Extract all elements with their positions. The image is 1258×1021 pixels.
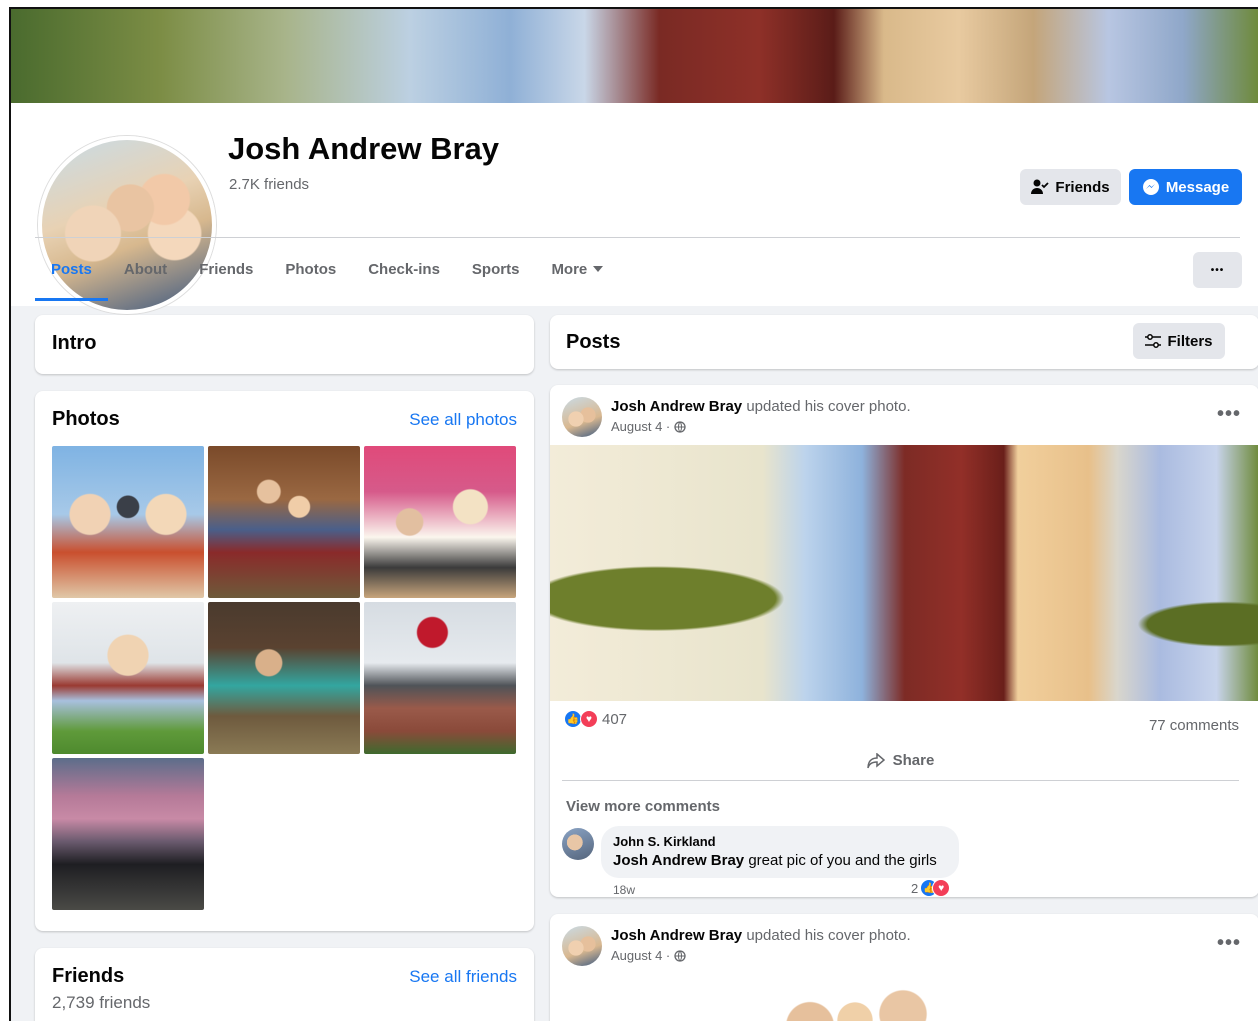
post-author-line: Josh Andrew Bray updated his cover photo…	[611, 398, 911, 415]
comment-bubble: John S. Kirkland Josh Andrew Bray great …	[601, 826, 959, 878]
photo-thumbnail[interactable]	[52, 602, 204, 754]
friends-button-label: Friends	[1055, 178, 1110, 196]
intro-card: Intro	[35, 315, 534, 374]
photo-thumbnail[interactable]	[364, 446, 516, 598]
love-reaction-icon: ♥	[932, 879, 951, 897]
comment-reactions[interactable]: 2 👍 ♥	[911, 879, 951, 897]
comment-tag[interactable]: Josh Andrew Bray	[613, 852, 744, 869]
see-all-photos-link[interactable]: See all photos	[409, 410, 517, 430]
post-date[interactable]: August 4 ·	[611, 419, 670, 434]
post-action-text: updated his cover photo.	[746, 398, 911, 415]
post-image[interactable]	[550, 445, 1258, 701]
friends-card: Friends See all friends 2,739 friends	[35, 948, 534, 1021]
tab-sports-label: Sports	[471, 260, 520, 278]
filters-icon	[1145, 334, 1162, 348]
more-dots-icon: •••	[1210, 264, 1225, 276]
photo-thumbnail[interactable]	[52, 758, 204, 910]
messenger-icon	[1142, 179, 1159, 195]
photo-thumbnail[interactable]	[52, 446, 204, 598]
tab-posts[interactable]: Posts	[35, 238, 108, 301]
message-button-label: Message	[1165, 178, 1230, 196]
person-check-icon	[1031, 179, 1050, 194]
post-action-text: updated his cover photo.	[746, 927, 911, 944]
comments-count[interactable]: 77 comments	[1149, 717, 1239, 734]
friends-card-title: Friends	[52, 965, 125, 987]
post-author-line: Josh Andrew Bray updated his cover photo…	[611, 927, 911, 944]
caret-down-icon	[593, 266, 604, 272]
tab-check-ins[interactable]: Check-ins	[352, 238, 456, 300]
photos-card: Photos See all photos	[35, 391, 534, 931]
tab-about-label: About	[123, 260, 168, 278]
post-meta: August 4 ·	[611, 419, 686, 434]
post-author-avatar[interactable]	[562, 926, 602, 966]
tab-friends-label: Friends	[199, 260, 254, 278]
profile-page: Josh Andrew Bray 2.7K friends Friends Me…	[9, 7, 1258, 1021]
tab-more[interactable]: More	[535, 238, 619, 300]
post-author-name[interactable]: Josh Andrew Bray	[611, 927, 742, 944]
intro-title: Intro	[52, 332, 97, 354]
post-meta: August 4 ·	[611, 948, 686, 963]
photo-thumbnail[interactable]	[364, 602, 516, 754]
comment-text: Josh Andrew Bray great pic of you and th…	[613, 852, 947, 869]
comment-body: great pic of you and the girls	[744, 852, 937, 869]
photos-title: Photos	[52, 408, 120, 430]
love-reaction-icon: ♥	[580, 710, 598, 728]
tab-about[interactable]: About	[108, 238, 183, 300]
cover-photo[interactable]	[11, 9, 1258, 103]
share-icon	[866, 752, 885, 768]
filters-button-label: Filters	[1167, 332, 1213, 350]
reaction-summary[interactable]: 👍 ♥ 407	[564, 710, 627, 728]
reaction-count: 407	[602, 710, 628, 728]
comment-time[interactable]: 18w	[613, 883, 635, 897]
post-options-icon[interactable]: •••	[1217, 932, 1241, 955]
message-button[interactable]: Message	[1129, 169, 1242, 205]
commenter-avatar[interactable]	[562, 828, 594, 860]
tab-check-ins-label: Check-ins	[368, 260, 440, 278]
globe-icon	[674, 420, 686, 433]
post-date[interactable]: August 4 ·	[611, 948, 670, 963]
posts-title: Posts	[566, 331, 621, 353]
tab-photos-label: Photos	[285, 260, 337, 278]
tab-posts-label: Posts	[51, 260, 92, 278]
post-author-name[interactable]: Josh Andrew Bray	[611, 398, 742, 415]
commenter-name[interactable]: John S. Kirkland	[613, 834, 947, 849]
filters-button[interactable]: Filters	[1133, 323, 1225, 359]
profile-more-button[interactable]: •••	[1193, 252, 1242, 288]
tab-photos[interactable]: Photos	[269, 238, 352, 300]
post-options-icon[interactable]: •••	[1217, 403, 1241, 426]
see-all-friends-link[interactable]: See all friends	[409, 967, 517, 987]
post-image[interactable]	[780, 978, 930, 1021]
profile-name: Josh Andrew Bray	[228, 131, 500, 166]
post-card: Josh Andrew Bray updated his cover photo…	[550, 914, 1258, 1021]
view-more-comments-link[interactable]: View more comments	[566, 798, 720, 815]
post-card: Josh Andrew Bray updated his cover photo…	[550, 385, 1258, 897]
post-author-avatar[interactable]	[562, 397, 602, 437]
globe-icon	[674, 949, 686, 962]
posts-header-card: Posts Filters	[550, 315, 1258, 369]
tab-sports[interactable]: Sports	[456, 238, 536, 300]
photo-thumbnail[interactable]	[208, 602, 360, 754]
friends-button[interactable]: Friends	[1020, 169, 1121, 205]
comment-reaction-count: 2	[911, 880, 919, 896]
tab-more-label: More	[551, 260, 588, 278]
tab-friends[interactable]: Friends	[183, 238, 269, 300]
profile-tabs: Posts About Friends Photos Check-ins Spo…	[35, 238, 619, 301]
friends-card-count: 2,739 friends	[52, 993, 151, 1012]
photo-thumbnail[interactable]	[208, 446, 360, 598]
share-button[interactable]: Share	[562, 741, 1239, 781]
profile-friend-count[interactable]: 2.7K friends	[229, 176, 309, 193]
profile-header: Josh Andrew Bray 2.7K friends Friends Me…	[11, 103, 1258, 314]
share-label: Share	[892, 752, 935, 769]
